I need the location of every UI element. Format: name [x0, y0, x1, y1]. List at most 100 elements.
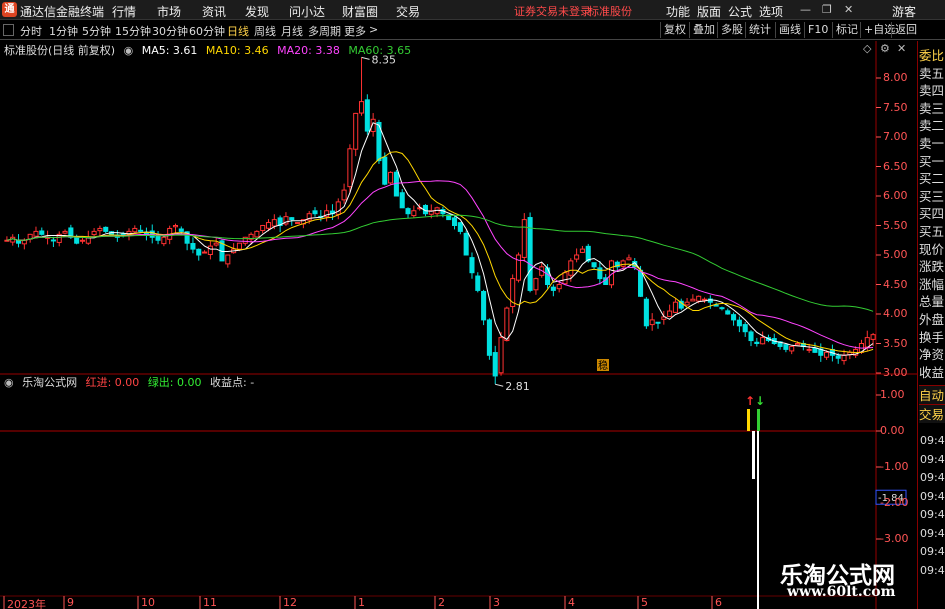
signal-yellow-bar — [747, 409, 750, 431]
minimize-icon[interactable]: — — [800, 3, 811, 16]
candle-body — [864, 337, 870, 348]
menu-bar: 通 通达信金融终端 行情 市场 资讯 发现 问小达 财富圈 交易 证券交易未登录… — [0, 0, 945, 20]
menu-item-ask[interactable]: 问小达 — [289, 3, 325, 20]
close-icon[interactable]: ✕ — [844, 3, 853, 16]
period-1min[interactable]: 1分钟 — [49, 23, 78, 39]
sub-tick-label: -2.00 — [880, 496, 909, 509]
menu-item-options[interactable]: 选项 — [759, 3, 783, 20]
side-panel-item[interactable]: 卖三 — [919, 99, 945, 118]
side-panel-item[interactable]: 买三 — [919, 187, 945, 206]
period-intraday[interactable]: 分时 — [20, 23, 42, 39]
period-15min[interactable]: 15分钟 — [115, 23, 151, 39]
candle-body — [265, 222, 272, 229]
side-panel-item[interactable]: 涨幅 — [919, 275, 945, 294]
candle-body — [79, 239, 86, 242]
candle-body — [97, 227, 103, 232]
sub-settings-icon[interactable]: ◉ — [4, 376, 14, 389]
ma5-line — [6, 122, 874, 356]
candle-body — [50, 239, 56, 242]
btn-f10[interactable]: F10 — [804, 22, 828, 38]
candle-body — [620, 260, 626, 267]
side-panel-item[interactable]: 总量 — [919, 292, 945, 311]
side-panel-item[interactable]: 卖五 — [919, 64, 945, 83]
candle-body — [254, 230, 260, 238]
candle-body — [190, 243, 196, 250]
side-panel-item[interactable]: 买一 — [919, 152, 945, 171]
date-tick-label: 12 — [283, 596, 297, 609]
menu-item-quotes[interactable]: 行情 — [112, 3, 136, 20]
side-panel-item[interactable]: 卖四 — [919, 81, 945, 100]
date-tick-label: 4 — [568, 596, 575, 609]
candle-body — [597, 267, 603, 280]
candle-body — [207, 245, 213, 255]
candle-body — [347, 148, 353, 188]
side-panel-item[interactable]: 卖一 — [919, 134, 945, 153]
side-panel-tab[interactable]: 自动 — [919, 385, 945, 404]
candle-body — [690, 298, 696, 302]
candle-body — [754, 341, 760, 345]
date-tick-label: 2023年 — [7, 598, 46, 609]
period-multi[interactable]: 多周期 — [308, 23, 341, 39]
price-tick-label: 7.50 — [883, 100, 908, 114]
period-monthly[interactable]: 月线 — [281, 23, 303, 39]
candle-body — [550, 286, 556, 291]
menu-item-layout[interactable]: 版面 — [697, 3, 721, 20]
side-panel-item[interactable]: 外盘 — [919, 310, 945, 329]
candle-body — [74, 236, 80, 244]
btn-mark[interactable]: 标记 — [832, 22, 858, 38]
side-panel-item[interactable]: 净资 — [919, 345, 945, 364]
menu-item-formula[interactable]: 公式 — [728, 3, 752, 20]
menu-item-function[interactable]: 功能 — [666, 3, 690, 20]
price-tick-label: 4.50 — [883, 277, 908, 291]
menu-item-market[interactable]: 市场 — [157, 3, 181, 20]
btn-drawing[interactable]: 画线 — [775, 22, 801, 38]
candle-body — [202, 251, 208, 254]
candle-body — [725, 310, 731, 315]
chevron-right-icon[interactable]: > — [369, 23, 378, 36]
candle-body — [806, 348, 812, 351]
menu-item-news[interactable]: 资讯 — [202, 3, 226, 20]
candle-body — [33, 230, 39, 237]
side-panel-item[interactable]: 买五 — [919, 222, 945, 241]
side-panel-tab[interactable]: 交易 — [919, 404, 945, 423]
btn-add-watchlist[interactable]: +自选 — [860, 22, 895, 38]
candle-body — [62, 230, 68, 234]
period-5min[interactable]: 5分钟 — [82, 23, 111, 39]
down-arrow-icon: ↓ — [755, 394, 765, 408]
candle-body — [731, 314, 737, 321]
candle-body — [295, 222, 301, 225]
candle-body — [835, 355, 841, 359]
btn-back[interactable]: 返回 — [891, 22, 917, 38]
side-panel-item[interactable]: 换手 — [919, 328, 945, 347]
menu-item-wealth-circle[interactable]: 财富圈 — [342, 3, 378, 20]
btn-overlay[interactable]: 叠加 — [689, 22, 715, 38]
candle-body — [353, 112, 359, 150]
side-panel-item[interactable]: 买二 — [919, 169, 945, 188]
candle-body — [701, 298, 708, 301]
candle-body — [736, 319, 742, 327]
panel-toggle-icon[interactable] — [3, 24, 14, 36]
btn-rights-adjust[interactable]: 复权 — [660, 22, 686, 38]
candle-body — [411, 210, 417, 217]
restore-icon[interactable]: ❐ — [822, 3, 832, 16]
login-alert[interactable]: 证券交易未登录 — [514, 3, 591, 19]
period-daily[interactable]: 日线 — [227, 23, 249, 39]
period-30min[interactable]: 30分钟 — [152, 23, 188, 39]
side-panel-item[interactable]: 涨跌 — [919, 257, 945, 276]
side-panel-item[interactable]: 委比 — [919, 46, 945, 65]
candle-body — [132, 227, 138, 233]
period-more[interactable]: 更多 — [344, 23, 366, 39]
menu-item-trade[interactable]: 交易 — [396, 3, 420, 20]
btn-statistics[interactable]: 统计 — [745, 22, 771, 38]
menu-item-discover[interactable]: 发现 — [245, 3, 269, 20]
sub-indicator-name: 乐淘公式网 — [22, 376, 78, 389]
btn-multi-stock[interactable]: 多股 — [717, 22, 743, 38]
period-60min[interactable]: 60分钟 — [189, 23, 225, 39]
period-weekly[interactable]: 周线 — [254, 23, 276, 39]
guest-label[interactable]: 游客 — [892, 3, 916, 20]
side-panel-item[interactable]: 买四 — [919, 204, 945, 223]
side-panel-item[interactable]: 卖二 — [919, 116, 945, 135]
side-panel-item[interactable]: 现价 — [919, 240, 945, 259]
kline-chart[interactable]: 8.352.81稳 -1.84↑ ↓ — [0, 41, 917, 609]
side-panel-item[interactable]: 收益 — [919, 363, 945, 382]
